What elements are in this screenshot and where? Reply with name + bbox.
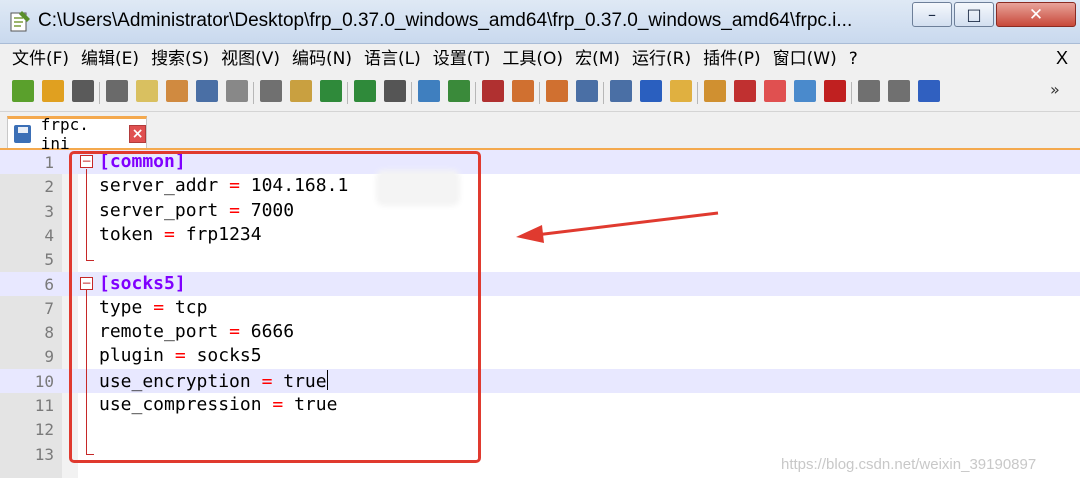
line-number: 12 [34,420,54,440]
menu-settings[interactable]: 设置(T) [427,45,497,73]
save-icon[interactable] [72,80,94,102]
replace-icon[interactable] [418,80,440,102]
line-number: 7 [44,298,54,318]
toolbar-separator [99,82,100,104]
record-macro-icon[interactable] [824,80,846,102]
line-number: 4 [44,225,54,245]
find-icon[interactable] [384,80,406,102]
window-title: C:\Users\Administrator\Desktop\frp_0.37.… [38,10,853,31]
line-number: 6 [44,274,54,294]
toolbar-separator [603,82,604,104]
minimize-icon: – [928,5,936,24]
save-all-icon[interactable] [106,80,128,102]
line-number: 9 [44,347,54,367]
show-all-chars-icon[interactable] [610,80,632,102]
line-number: 3 [44,201,54,221]
line-number: 5 [44,250,54,270]
watermark: https://blog.csdn.net/weixin_39190897 [781,456,1037,473]
line-number: 11 [34,396,54,415]
lang-udl-icon[interactable] [670,80,692,102]
menu-language[interactable]: 语言(L) [358,45,427,73]
menu-help[interactable]: ? [843,45,864,73]
menu-file[interactable]: 文件(F) [6,45,75,73]
function-list-icon[interactable] [734,80,756,102]
menu-search[interactable]: 搜索(S) [145,45,215,73]
close-icon[interactable] [136,80,158,102]
sync-horizontal-icon[interactable] [546,80,568,102]
title-bar: C:\Users\Administrator\Desktop\frp_0.37.… [0,0,1080,44]
line-number: 13 [34,444,54,464]
toolbar: » [0,74,1080,112]
menu-encoding[interactable]: 编码(N) [286,45,358,73]
folder-workspace-icon[interactable] [764,80,786,102]
maximize-icon: □ [966,5,982,24]
close-document-button[interactable]: X [1056,48,1068,69]
menu-run[interactable]: 运行(R) [626,45,697,73]
menu-macro[interactable]: 宏(M) [569,45,626,73]
tab-strip: frpc. ini × [0,112,1080,153]
menu-view[interactable]: 视图(V) [215,45,286,73]
menu-tools[interactable]: 工具(O) [496,45,569,73]
new-file-icon[interactable] [12,80,34,102]
toolbar-overflow-icon[interactable]: » [1050,80,1060,99]
print-icon[interactable] [196,80,218,102]
toolbar-separator [475,82,476,104]
cut-icon[interactable] [226,80,248,102]
saved-file-icon [14,124,31,143]
toolbar-separator [411,82,412,104]
open-file-icon[interactable] [42,80,64,102]
redo-icon[interactable] [354,80,376,102]
annotation-arrow-icon [516,211,719,243]
toolbar-separator [851,82,852,104]
zoom-out-icon[interactable] [482,80,504,102]
tab-frpc-ini[interactable]: frpc. ini × [7,115,147,153]
word-wrap-icon[interactable] [576,80,598,102]
copy-icon[interactable] [260,80,282,102]
toolbar-separator [347,82,348,104]
close-window-button[interactable]: ✕ [996,2,1076,27]
indent-guide-icon[interactable] [640,80,662,102]
play-macro-icon[interactable] [888,80,910,102]
close-icon: ✕ [1028,4,1044,25]
toolbar-separator [539,82,540,104]
tab-label: frpc. ini [40,114,89,153]
menu-plugins[interactable]: 插件(P) [697,45,767,73]
monitoring-icon[interactable] [794,80,816,102]
line-number: 10 [34,371,54,391]
close-all-icon[interactable] [166,80,188,102]
line-number: 8 [44,323,54,343]
stop-record-icon[interactable] [858,80,880,102]
sync-vertical-icon[interactable] [512,80,534,102]
tab-close-icon[interactable]: × [129,124,146,143]
annotation-highlight-box [69,151,481,463]
line-number: 1 [44,153,54,172]
run-macro-multiple-icon[interactable] [918,80,940,102]
minimize-button[interactable]: – [912,2,952,27]
zoom-in-icon[interactable] [448,80,470,102]
menu-window[interactable]: 窗口(W) [767,45,843,73]
undo-icon[interactable] [320,80,342,102]
notepad-app-icon [10,11,30,32]
menu-bar: 文件(F) 编辑(E) 搜索(S) 视图(V) 编码(N) 语言(L) 设置(T… [0,44,1080,74]
menu-edit[interactable]: 编辑(E) [75,45,145,73]
toolbar-separator [697,82,698,104]
doc-map-icon[interactable] [704,80,726,102]
line-number: 2 [44,177,54,197]
paste-icon[interactable] [290,80,312,102]
toolbar-separator [253,82,254,104]
maximize-button[interactable]: □ [954,2,994,27]
